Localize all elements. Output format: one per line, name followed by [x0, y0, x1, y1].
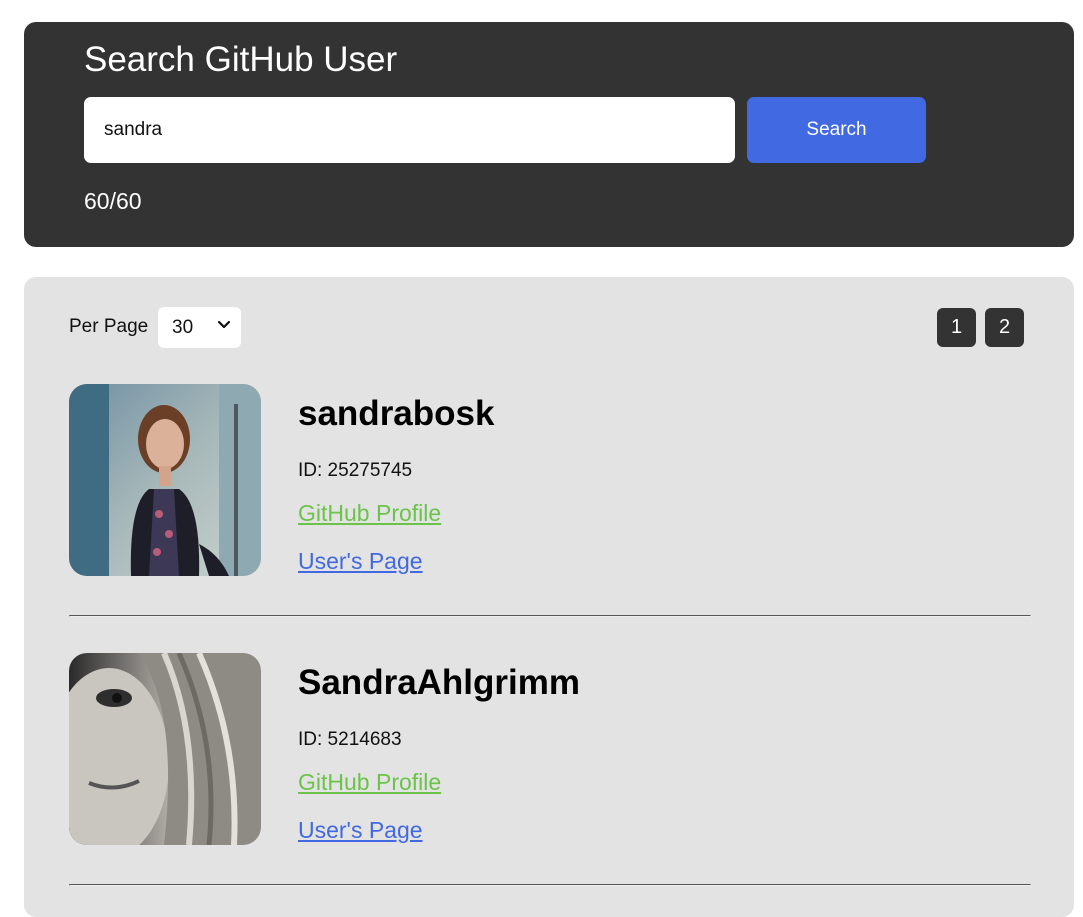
user-login: SandraAhlgrimm: [298, 663, 580, 702]
avatar: [69, 653, 261, 845]
divider: [69, 884, 1031, 886]
user-page-link[interactable]: User's Page: [298, 548, 423, 575]
github-profile-link[interactable]: GitHub Profile: [298, 769, 441, 796]
per-page-value: 30: [172, 316, 194, 338]
per-page-label: Per Page: [69, 316, 149, 337]
user-login: sandrabosk: [298, 394, 495, 433]
page-title: Search GitHub User: [84, 40, 398, 79]
github-profile-link[interactable]: GitHub Profile: [298, 500, 441, 527]
user-card: sandrabosk ID: 25275745 GitHub Profile U…: [69, 384, 1031, 617]
page-button-1[interactable]: 1: [937, 308, 976, 347]
user-card: SandraAhlgrimm ID: 5214683 GitHub Profil…: [69, 653, 1031, 886]
rate-limit-counter: 60/60: [84, 188, 142, 214]
user-id: ID: 25275745: [298, 460, 413, 481]
search-button[interactable]: Search: [747, 97, 926, 163]
page-button-2[interactable]: 2: [985, 308, 1024, 347]
search-input[interactable]: [84, 97, 735, 163]
user-page-link[interactable]: User's Page: [298, 817, 423, 844]
results-panel: Per Page 30 1 2 sandrabosk ID: 25275745 …: [24, 277, 1074, 917]
avatar: [69, 384, 261, 576]
user-id: ID: 5214683: [298, 729, 402, 750]
search-panel: Search GitHub User Search 60/60: [24, 22, 1074, 247]
chevron-down-icon: [217, 320, 231, 329]
divider: [69, 615, 1031, 617]
per-page-select[interactable]: 30: [158, 307, 241, 348]
